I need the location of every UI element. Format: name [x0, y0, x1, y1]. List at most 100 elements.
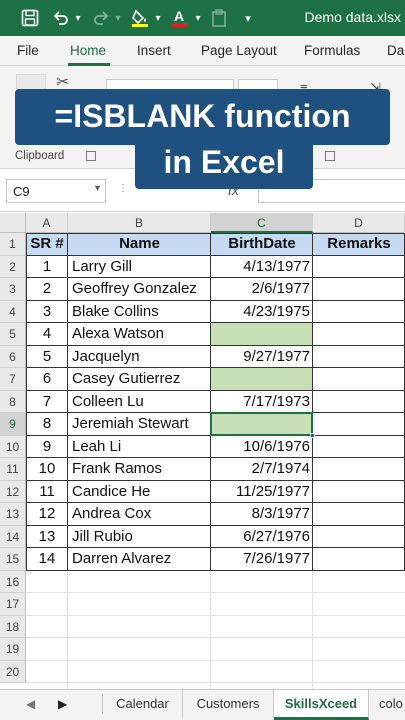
header-remarks[interactable]: Remarks [313, 233, 405, 256]
row-header-7[interactable]: 7 [0, 368, 26, 391]
cell-sr[interactable]: 7 [26, 391, 68, 414]
cell-name[interactable]: Larry Gill [68, 256, 211, 279]
row-header-10[interactable]: 10 [0, 435, 26, 458]
cell-sr[interactable]: 14 [26, 548, 68, 571]
row-header-15[interactable]: 15 [0, 548, 26, 571]
cell-remarks[interactable] [313, 548, 405, 571]
customize-quick-access-icon[interactable]: ▾ [242, 7, 254, 29]
cell-sr[interactable]: 6 [26, 368, 68, 391]
cell-remarks[interactable] [313, 346, 405, 369]
cell-sr[interactable]: 8 [26, 413, 68, 436]
sheet-tab-colo[interactable]: colo [369, 690, 405, 718]
tab-insert[interactable]: Insert [137, 43, 171, 58]
row-header-4[interactable]: 4 [0, 300, 26, 323]
cell-birthdate[interactable]: 11/25/1977 [211, 481, 313, 504]
tab-file[interactable]: File [17, 43, 39, 58]
sheet-tab-calendar[interactable]: Calendar [103, 690, 183, 718]
fill-dropdown-icon[interactable]: ▾ [153, 7, 163, 29]
clipboard-icon[interactable] [208, 7, 230, 29]
row-header-5[interactable]: 5 [0, 323, 26, 346]
cell-sr[interactable]: 11 [26, 481, 68, 504]
cell-name[interactable]: Jeremiah Stewart [68, 413, 211, 436]
row-header-1[interactable]: 1 [0, 233, 26, 256]
cell-remarks[interactable] [313, 368, 405, 391]
row-header-18[interactable]: 18 [0, 615, 26, 638]
cell-name[interactable]: Andrea Cox [68, 503, 211, 526]
row-header-2[interactable]: 2 [0, 255, 26, 278]
cell-birthdate[interactable]: 7/17/1973 [211, 391, 313, 414]
cell-sr[interactable]: 12 [26, 503, 68, 526]
cell-name[interactable]: Jacquelyn [68, 346, 211, 369]
tab-formulas[interactable]: Formulas [304, 43, 360, 58]
sheet-tab-customers[interactable]: Customers [183, 690, 274, 718]
column-header-b[interactable]: B [68, 213, 211, 233]
cell-birthdate-blank[interactable] [211, 368, 313, 391]
row-header-6[interactable]: 6 [0, 345, 26, 368]
cell-name[interactable]: Casey Gutierrez [68, 368, 211, 391]
cell-name[interactable]: Candice He [68, 481, 211, 504]
cell-remarks[interactable] [313, 526, 405, 549]
cell-birthdate[interactable]: 7/26/1977 [211, 548, 313, 571]
row-header-13[interactable]: 13 [0, 503, 26, 526]
cell-name[interactable]: Frank Ramos [68, 458, 211, 481]
select-all-corner[interactable] [0, 213, 26, 233]
sheet-next-icon[interactable]: ▶ [58, 697, 67, 711]
cell-remarks[interactable] [313, 278, 405, 301]
column-header-a[interactable]: A [26, 213, 68, 233]
cell-sr[interactable]: 1 [26, 256, 68, 279]
cell-remarks[interactable] [313, 481, 405, 504]
cell-name[interactable]: Blake Collins [68, 301, 211, 324]
cell-name[interactable]: Darren Alvarez [68, 548, 211, 571]
cell-name[interactable]: Alexa Watson [68, 323, 211, 346]
cell-remarks[interactable] [313, 256, 405, 279]
cell-birthdate[interactable]: 4/13/1977 [211, 256, 313, 279]
undo-icon[interactable] [50, 7, 72, 29]
cell-remarks[interactable] [313, 503, 405, 526]
row-header-19[interactable]: 19 [0, 638, 26, 661]
cell-birthdate[interactable]: 2/7/1974 [211, 458, 313, 481]
redo-icon[interactable] [90, 7, 112, 29]
cell-birthdate[interactable]: 4/23/1975 [211, 301, 313, 324]
cell-name[interactable]: Leah Li [68, 436, 211, 459]
cell-remarks[interactable] [313, 301, 405, 324]
cell-birthdate-blank[interactable] [211, 323, 313, 346]
cell-birthdate[interactable]: 6/27/1976 [211, 526, 313, 549]
cell-remarks[interactable] [313, 323, 405, 346]
cell-birthdate[interactable]: 10/6/1976 [211, 436, 313, 459]
column-header-d[interactable]: D [313, 213, 405, 233]
column-header-c[interactable]: C [211, 213, 313, 233]
cell-name[interactable]: Colleen Lu [68, 391, 211, 414]
cell-remarks[interactable] [313, 391, 405, 414]
tab-home[interactable]: Home [70, 43, 106, 58]
cell-sr[interactable]: 2 [26, 278, 68, 301]
row-header-12[interactable]: 12 [0, 480, 26, 503]
cell-sr[interactable]: 10 [26, 458, 68, 481]
fill-color-icon[interactable] [128, 7, 152, 29]
cell-sr[interactable]: 9 [26, 436, 68, 459]
row-header-9[interactable]: 9 [0, 413, 26, 436]
tab-page-layout[interactable]: Page Layout [201, 43, 277, 58]
cell-name[interactable]: Geoffrey Gonzalez [68, 278, 211, 301]
cell-sr[interactable]: 5 [26, 346, 68, 369]
cell-sr[interactable]: 13 [26, 526, 68, 549]
font-color-dropdown-icon[interactable]: ▾ [193, 7, 203, 29]
cell-remarks[interactable] [313, 458, 405, 481]
cell-sr[interactable]: 4 [26, 323, 68, 346]
cell-name[interactable]: Jill Rubio [68, 526, 211, 549]
row-header-8[interactable]: 8 [0, 390, 26, 413]
redo-dropdown-icon[interactable]: ▾ [113, 7, 123, 29]
row-header-14[interactable]: 14 [0, 525, 26, 548]
font-color-icon[interactable]: A [168, 7, 192, 29]
cell-remarks[interactable] [313, 436, 405, 459]
worksheet-grid[interactable]: A B C D 1 2 3 4 5 6 7 8 9 10 11 12 13 14 15 16 17 18 19 20 SR # N… [0, 213, 405, 689]
row-header-16[interactable]: 16 [0, 570, 26, 593]
cell-birthdate[interactable]: 8/3/1977 [211, 503, 313, 526]
row-header-11[interactable]: 11 [0, 458, 26, 481]
fill-handle[interactable] [310, 432, 315, 438]
sheet-tab-skillsxceed[interactable]: SkillsXceed [274, 690, 369, 720]
save-icon[interactable] [18, 7, 42, 29]
cell-remarks[interactable] [313, 413, 405, 436]
row-header-3[interactable]: 3 [0, 278, 26, 301]
tab-data[interactable]: Da [387, 43, 404, 58]
row-header-17[interactable]: 17 [0, 593, 26, 616]
